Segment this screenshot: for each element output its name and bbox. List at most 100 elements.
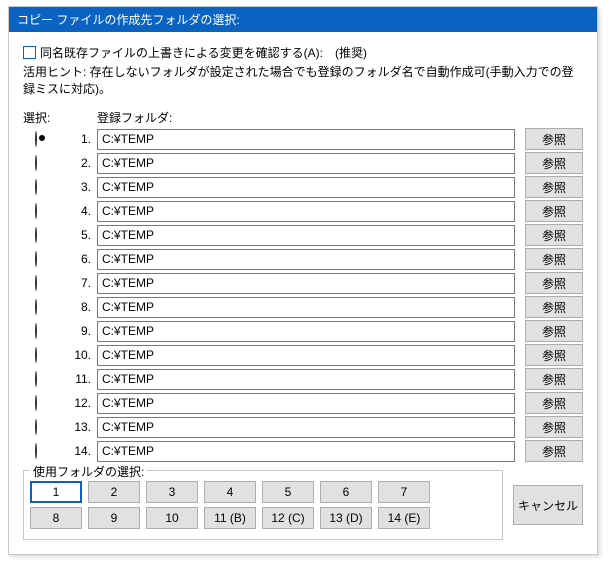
row-number: 5.: [67, 228, 97, 242]
row-number: 7.: [67, 276, 97, 290]
title-bar: コピー ファイルの作成先フォルダの選択:: [9, 7, 597, 32]
folder-row: 1. 参照: [23, 128, 583, 150]
folder-number-button[interactable]: 10: [146, 507, 198, 529]
browse-button[interactable]: 参照: [525, 152, 583, 174]
browse-button[interactable]: 参照: [525, 272, 583, 294]
select-radio[interactable]: [35, 323, 37, 339]
row-number: 4.: [67, 204, 97, 218]
folder-number-button[interactable]: 7: [378, 481, 430, 503]
select-radio[interactable]: [35, 227, 37, 243]
folder-number-button[interactable]: 9: [88, 507, 140, 529]
row-number: 12.: [67, 396, 97, 410]
folder-number-button[interactable]: 3: [146, 481, 198, 503]
folder-row: 2. 参照: [23, 152, 583, 174]
confirm-overwrite-checkbox[interactable]: [23, 46, 36, 59]
folder-path-input[interactable]: [97, 225, 515, 246]
hint-text: 活用ヒント: 存在しないフォルダが設定された場合でも登録のフォルダ名で自動作成可…: [23, 63, 583, 97]
row-number: 13.: [67, 420, 97, 434]
folder-row: 5. 参照: [23, 224, 583, 246]
number-row-2: 89 10 11 (B) 12 (C) 13 (D) 14 (E): [30, 507, 496, 529]
browse-button[interactable]: 参照: [525, 368, 583, 390]
folder-row: 3. 参照: [23, 176, 583, 198]
select-radio[interactable]: [35, 419, 37, 435]
row-number: 6.: [67, 252, 97, 266]
folder-path-input[interactable]: [97, 441, 515, 462]
folder-path-input[interactable]: [97, 201, 515, 222]
folder-number-button[interactable]: 14 (E): [378, 507, 430, 529]
folder-row: 9. 参照: [23, 320, 583, 342]
folder-number-button[interactable]: 6: [320, 481, 372, 503]
folder-row: 14. 参照: [23, 440, 583, 462]
number-row-1: 1234567: [30, 481, 496, 503]
folder-row: 8. 参照: [23, 296, 583, 318]
folder-row: 6. 参照: [23, 248, 583, 270]
browse-button[interactable]: 参照: [525, 344, 583, 366]
folder-path-input[interactable]: [97, 417, 515, 438]
dialog-body: 同名既存ファイルの上書きによる変更を確認する(A): (推奨) 活用ヒント: 存…: [9, 32, 597, 554]
use-folder-legend: 使用フォルダの選択:: [30, 463, 147, 480]
select-radio[interactable]: [35, 251, 37, 267]
browse-button[interactable]: 参照: [525, 320, 583, 342]
folder-path-input[interactable]: [97, 297, 515, 318]
folder-path-input[interactable]: [97, 153, 515, 174]
folder-number-button[interactable]: 12 (C): [262, 507, 314, 529]
folder-path-input[interactable]: [97, 345, 515, 366]
folder-number-button[interactable]: 8: [30, 507, 82, 529]
select-radio[interactable]: [35, 299, 37, 315]
row-number: 3.: [67, 180, 97, 194]
folder-row: 7. 参照: [23, 272, 583, 294]
select-radio[interactable]: [35, 155, 37, 171]
select-radio[interactable]: [35, 395, 37, 411]
browse-button[interactable]: 参照: [525, 440, 583, 462]
row-number: 2.: [67, 156, 97, 170]
row-number: 11.: [67, 372, 97, 386]
browse-button[interactable]: 参照: [525, 392, 583, 414]
folder-path-input[interactable]: [97, 177, 515, 198]
folder-number-button[interactable]: 1: [30, 481, 82, 503]
folder-path-input[interactable]: [97, 393, 515, 414]
header-folder: 登録フォルダ:: [97, 109, 515, 126]
browse-button[interactable]: 参照: [525, 128, 583, 150]
grid-header: 選択: 登録フォルダ:: [23, 109, 583, 126]
row-number: 9.: [67, 324, 97, 338]
confirm-overwrite-label: 同名既存ファイルの上書きによる変更を確認する(A): (推奨): [40, 44, 367, 61]
browse-button[interactable]: 参照: [525, 224, 583, 246]
use-folder-group: 使用フォルダの選択: 1234567 891011 (B)12 (C)13 (D…: [23, 470, 503, 540]
cancel-label: キャンセル: [518, 497, 578, 514]
select-radio[interactable]: [35, 203, 37, 219]
browse-button[interactable]: 参照: [525, 176, 583, 198]
browse-button[interactable]: 参照: [525, 416, 583, 438]
folder-row: 12. 参照: [23, 392, 583, 414]
select-radio[interactable]: [35, 347, 37, 363]
row-number: 1.: [67, 132, 97, 146]
folder-number-button[interactable]: 11 (B): [204, 507, 256, 529]
row-number: 8.: [67, 300, 97, 314]
folder-path-input[interactable]: [97, 321, 515, 342]
folder-row: 4. 参照: [23, 200, 583, 222]
select-radio[interactable]: [35, 275, 37, 291]
cancel-button[interactable]: キャンセル: [513, 485, 583, 525]
folder-path-input[interactable]: [97, 129, 515, 150]
select-radio[interactable]: [35, 371, 37, 387]
select-radio[interactable]: [35, 179, 37, 195]
select-radio[interactable]: [35, 131, 37, 147]
folder-number-button[interactable]: 5: [262, 481, 314, 503]
footer: 使用フォルダの選択: 1234567 891011 (B)12 (C)13 (D…: [23, 470, 583, 540]
folder-path-input[interactable]: [97, 273, 515, 294]
select-radio[interactable]: [35, 443, 37, 459]
folder-row: 13. 参照: [23, 416, 583, 438]
dialog-window: コピー ファイルの作成先フォルダの選択: 同名既存ファイルの上書きによる変更を確…: [8, 6, 598, 555]
confirm-overwrite-row[interactable]: 同名既存ファイルの上書きによる変更を確認する(A): (推奨): [23, 44, 583, 61]
folder-row: 11. 参照: [23, 368, 583, 390]
folder-number-button[interactable]: 2: [88, 481, 140, 503]
folder-number-button[interactable]: 13 (D): [320, 507, 372, 529]
browse-button[interactable]: 参照: [525, 248, 583, 270]
row-number: 14.: [67, 444, 97, 458]
folder-path-input[interactable]: [97, 369, 515, 390]
row-number: 10.: [67, 348, 97, 362]
folder-path-input[interactable]: [97, 249, 515, 270]
browse-button[interactable]: 参照: [525, 296, 583, 318]
browse-button[interactable]: 参照: [525, 200, 583, 222]
folder-rows: 1. 参照 2. 参照 3. 参照 4. 参照 5. 参照 6. 参照 7. 参照 8. 参照 9. 参照 10. 参…: [23, 128, 583, 462]
folder-number-button[interactable]: 4: [204, 481, 256, 503]
